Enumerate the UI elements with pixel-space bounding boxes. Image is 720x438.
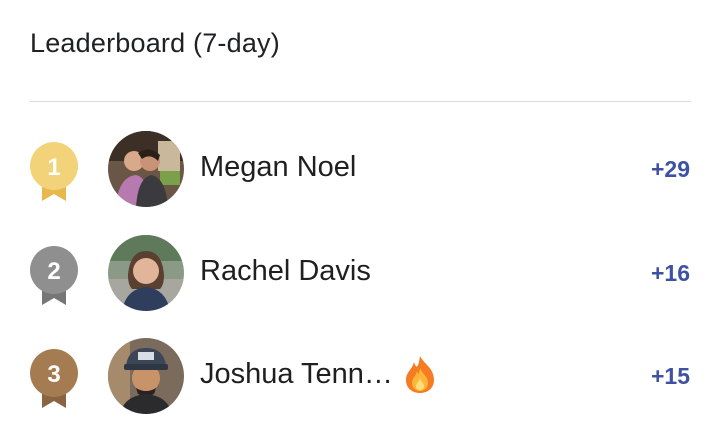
rank-number: 3 bbox=[47, 361, 60, 388]
rank-medal-icon: 1 bbox=[27, 139, 81, 205]
leaderboard-row[interactable]: 3 Joshua Tenn… +15 bbox=[0, 336, 720, 416]
avatar bbox=[108, 131, 184, 207]
player-score: +15 bbox=[650, 363, 690, 389]
fire-icon bbox=[402, 354, 438, 394]
player-name: Rachel Davis bbox=[200, 255, 371, 287]
leaderboard-card: Leaderboard (7-day) 1 Megan Noel +29 2 R… bbox=[0, 0, 720, 438]
rank-number: 2 bbox=[47, 258, 60, 285]
player-name: Joshua Tenn… bbox=[200, 358, 393, 390]
leaderboard-row[interactable]: 1 Megan Noel +29 bbox=[0, 129, 720, 209]
avatar bbox=[108, 338, 184, 414]
divider bbox=[30, 101, 691, 102]
rank-medal-icon: 2 bbox=[27, 243, 81, 309]
avatar bbox=[108, 235, 184, 311]
rank-medal-icon: 3 bbox=[27, 346, 81, 412]
leaderboard-title: Leaderboard (7-day) bbox=[30, 28, 280, 58]
player-score: +16 bbox=[650, 260, 690, 286]
player-name: Megan Noel bbox=[200, 151, 357, 183]
leaderboard-row[interactable]: 2 Rachel Davis +16 bbox=[0, 233, 720, 313]
rank-number: 1 bbox=[47, 154, 60, 181]
player-score: +29 bbox=[650, 156, 690, 182]
